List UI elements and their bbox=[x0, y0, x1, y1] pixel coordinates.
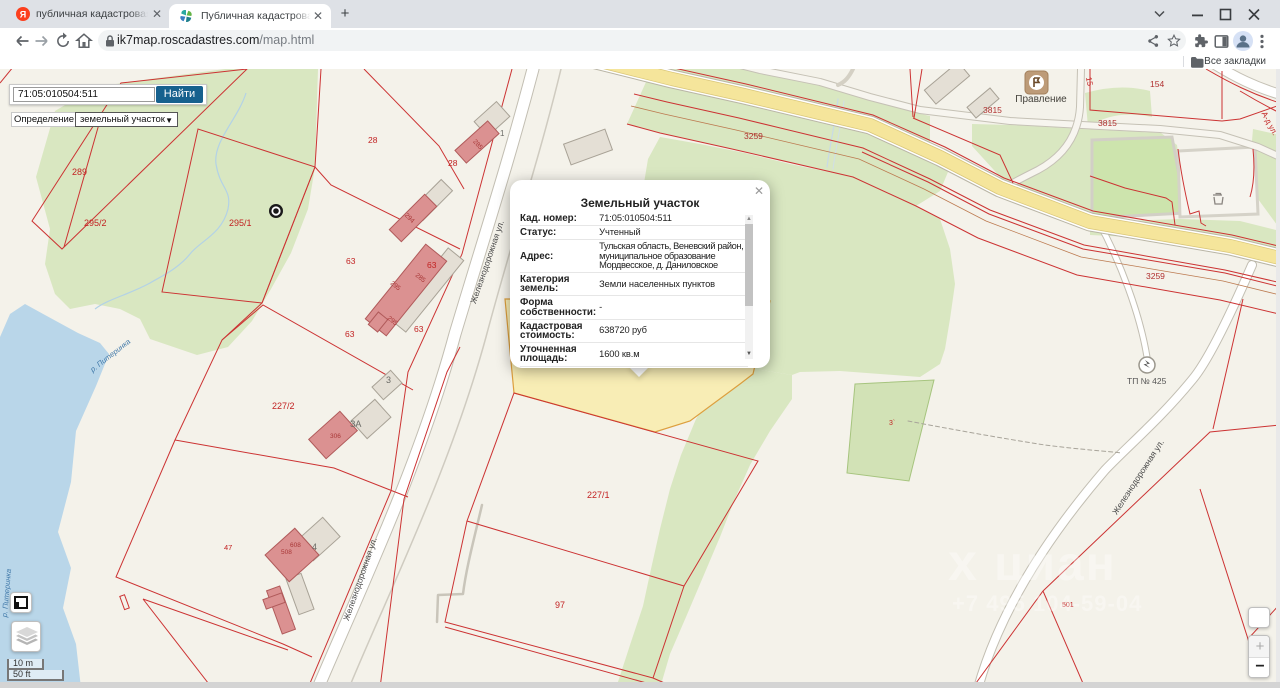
svg-text:1: 1 bbox=[500, 129, 505, 138]
svg-text:227/1: 227/1 bbox=[587, 490, 610, 500]
svg-text:154: 154 bbox=[1150, 79, 1164, 89]
svg-text:3259: 3259 bbox=[1146, 271, 1165, 281]
svg-text:63: 63 bbox=[345, 329, 355, 339]
svg-text:63: 63 bbox=[427, 260, 437, 270]
svg-text:3: 3 bbox=[386, 375, 391, 385]
svg-text:3815: 3815 bbox=[1098, 118, 1117, 128]
svg-text:227/2: 227/2 bbox=[272, 401, 295, 411]
svg-text:295/2: 295/2 bbox=[84, 218, 107, 228]
svg-text:Я: Я bbox=[20, 10, 26, 20]
svg-text:ЗА: ЗА bbox=[350, 419, 361, 429]
svg-text:63: 63 bbox=[346, 256, 356, 266]
svg-text:63: 63 bbox=[414, 324, 424, 334]
svg-text:47: 47 bbox=[224, 543, 232, 552]
svg-text:295/1: 295/1 bbox=[229, 218, 252, 228]
svg-text:3815: 3815 bbox=[983, 105, 1002, 115]
svg-text:28: 28 bbox=[368, 135, 378, 145]
svg-text:289: 289 bbox=[72, 167, 87, 177]
svg-text:608: 608 bbox=[290, 542, 301, 549]
svg-text:97: 97 bbox=[555, 600, 565, 610]
svg-text:306: 306 bbox=[330, 433, 341, 440]
svg-text:3`: 3` bbox=[889, 420, 895, 427]
svg-text:508: 508 bbox=[281, 549, 292, 556]
svg-text:Правление: Правление bbox=[1015, 94, 1067, 105]
svg-text:3259: 3259 bbox=[744, 131, 763, 141]
svg-text:4: 4 bbox=[312, 542, 317, 552]
svg-text:ТП № 425: ТП № 425 bbox=[1127, 376, 1167, 386]
svg-text:28: 28 bbox=[448, 158, 458, 168]
